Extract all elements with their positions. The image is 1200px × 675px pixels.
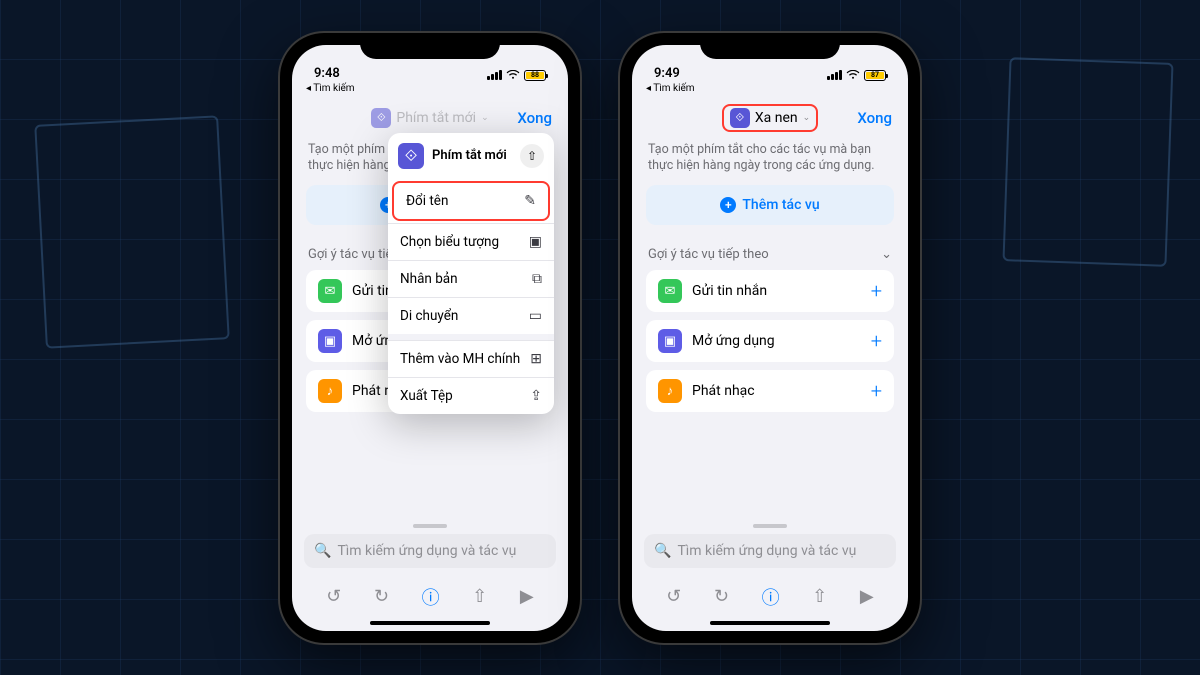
music-icon: ♪ xyxy=(318,379,342,403)
search-placeholder: Tìm kiếm ứng dụng và tác vụ xyxy=(337,543,516,559)
redo-icon[interactable]: ↻ xyxy=(374,586,389,607)
menu-add-home[interactable]: Thêm vào MH chính ⊞ xyxy=(388,340,554,377)
status-time: 9:48 xyxy=(314,66,340,81)
shortcut-title: Phím tắt mới xyxy=(396,110,476,126)
search-input[interactable]: 🔍 Tìm kiếm ứng dụng và tác vụ xyxy=(304,534,556,568)
screen-right: 9:49 87 ◂ Tìm kiếm ⟐ Xa nen ⌄ Xong Tạo m… xyxy=(632,45,908,631)
play-icon[interactable]: ▶ xyxy=(860,586,874,607)
home-indicator[interactable] xyxy=(710,621,830,625)
home-indicator[interactable] xyxy=(370,621,490,625)
battery-icon: 87 xyxy=(864,70,886,81)
nav-bar: ⟐ Phím tắt mới ⌄ Xong xyxy=(292,98,568,138)
share-button[interactable]: ⇧ xyxy=(520,144,544,168)
status-bar: 9:48 88 xyxy=(292,45,568,83)
message-icon: ✉ xyxy=(658,279,682,303)
grabber[interactable] xyxy=(753,524,787,528)
share-icon[interactable]: ⇧ xyxy=(472,586,487,607)
shortcut-icon: ⟐ xyxy=(730,108,750,128)
export-icon: ⇪ xyxy=(530,388,542,404)
status-right: 87 xyxy=(827,70,886,81)
add-icon[interactable]: + xyxy=(871,329,882,353)
status-bar: 9:49 87 xyxy=(632,45,908,83)
add-action-label: Thêm tác vụ xyxy=(742,197,819,213)
search-input[interactable]: 🔍 Tìm kiếm ứng dụng và tác vụ xyxy=(644,534,896,568)
menu-rename[interactable]: Đổi tên ✎ xyxy=(392,181,550,221)
image-icon: ▣ xyxy=(529,234,542,250)
section-header: Gợi ý tác vụ tiếp theo ⌄ xyxy=(646,243,894,270)
chevron-down-icon: ⌄ xyxy=(803,113,811,123)
suggestion-play-music[interactable]: ♪ Phát nhạc + xyxy=(646,370,894,412)
section-label: Gợi ý tác vụ tiếp theo xyxy=(648,247,769,262)
search-icon: 🔍 xyxy=(314,543,331,559)
add-home-icon: ⊞ xyxy=(530,351,542,367)
suggestion-label: Mở ứng dụng xyxy=(692,333,775,349)
popover-title: Phím tắt mới xyxy=(432,148,512,163)
menu-duplicate[interactable]: Nhân bản ⧉ xyxy=(388,260,554,297)
bottom-toolbar: ↺ ↻ ⓘ ⇧ ▶ xyxy=(292,576,568,618)
info-icon[interactable]: ⓘ xyxy=(762,584,780,610)
redo-icon[interactable]: ↻ xyxy=(714,586,729,607)
undo-icon[interactable]: ↺ xyxy=(666,586,681,607)
status-time: 9:49 xyxy=(654,66,680,81)
search-icon: 🔍 xyxy=(654,543,671,559)
signal-icon xyxy=(827,70,842,80)
description: Tạo một phím tắt cho các tác vụ mà bạn t… xyxy=(646,138,894,186)
status-right: 88 xyxy=(487,70,546,81)
info-icon[interactable]: ⓘ xyxy=(422,584,440,610)
share-icon[interactable]: ⇧ xyxy=(812,586,827,607)
suggestion-open-app[interactable]: ▣ Mở ứng dụng + xyxy=(646,320,894,362)
add-action-button[interactable]: + Thêm tác vụ xyxy=(646,185,894,225)
menu-label: Nhân bản xyxy=(400,271,458,287)
pencil-icon: ✎ xyxy=(524,193,536,209)
chevron-down-icon: ⌄ xyxy=(481,113,489,123)
message-icon: ✉ xyxy=(318,279,342,303)
wifi-icon xyxy=(846,70,860,80)
back-to-search[interactable]: ◂ Tìm kiếm xyxy=(632,83,908,98)
music-icon: ♪ xyxy=(658,379,682,403)
menu-choose-icon[interactable]: Chọn biểu tượng ▣ xyxy=(388,223,554,260)
wifi-icon xyxy=(506,70,520,80)
menu-label: Xuất Tệp xyxy=(400,388,453,404)
nav-bar: ⟐ Xa nen ⌄ Xong xyxy=(632,98,908,138)
back-to-search[interactable]: ◂ Tìm kiếm xyxy=(292,83,568,98)
menu-label: Đổi tên xyxy=(406,193,448,209)
shortcut-title: Xa nen xyxy=(755,110,798,126)
done-button[interactable]: Xong xyxy=(857,109,892,127)
context-menu: ⟐ Phím tắt mới ⇧ Đổi tên ✎ Chọn biểu tượ… xyxy=(388,133,554,414)
shortcut-title-chip[interactable]: ⟐ Phím tắt mới ⌄ xyxy=(363,105,496,131)
menu-label: Thêm vào MH chính xyxy=(400,351,520,367)
menu-label: Di chuyển xyxy=(400,308,458,324)
content-area: Tạo một phím tắt cho các tác vụ mà bạn t… xyxy=(632,138,908,518)
suggestion-label: Gửi tin nhắn xyxy=(692,283,767,299)
popover-header: ⟐ Phím tắt mới ⇧ xyxy=(388,133,554,179)
menu-move[interactable]: Di chuyển ▭ xyxy=(388,297,554,334)
signal-icon xyxy=(487,70,502,80)
chevron-down-icon[interactable]: ⌄ xyxy=(881,247,892,262)
app-icon: ▣ xyxy=(658,329,682,353)
grabber[interactable] xyxy=(413,524,447,528)
shortcut-icon: ⟐ xyxy=(371,108,391,128)
play-icon[interactable]: ▶ xyxy=(520,586,534,607)
plus-icon: + xyxy=(720,197,736,213)
suggestion-label: Phát nhạc xyxy=(692,383,755,399)
add-icon[interactable]: + xyxy=(871,379,882,403)
suggestion-send-message[interactable]: ✉ Gửi tin nhắn + xyxy=(646,270,894,312)
search-placeholder: Tìm kiếm ứng dụng và tác vụ xyxy=(677,543,856,559)
menu-export-file[interactable]: Xuất Tệp ⇪ xyxy=(388,377,554,414)
folder-icon: ▭ xyxy=(529,308,542,324)
screen-left: 9:48 88 ◂ Tìm kiếm ⟐ Phím tắt mới ⌄ Xong… xyxy=(292,45,568,631)
duplicate-icon: ⧉ xyxy=(532,271,542,287)
bottom-toolbar: ↺ ↻ ⓘ ⇧ ▶ xyxy=(632,576,908,618)
menu-label: Chọn biểu tượng xyxy=(400,234,499,250)
undo-icon[interactable]: ↺ xyxy=(326,586,341,607)
app-icon: ▣ xyxy=(318,329,342,353)
shortcut-icon: ⟐ xyxy=(398,143,424,169)
battery-icon: 88 xyxy=(524,70,546,81)
shortcut-title-chip[interactable]: ⟐ Xa nen ⌄ xyxy=(722,104,818,132)
phone-left: 9:48 88 ◂ Tìm kiếm ⟐ Phím tắt mới ⌄ Xong… xyxy=(280,33,580,643)
add-icon[interactable]: + xyxy=(871,279,882,303)
done-button[interactable]: Xong xyxy=(517,109,552,127)
phone-right: 9:49 87 ◂ Tìm kiếm ⟐ Xa nen ⌄ Xong Tạo m… xyxy=(620,33,920,643)
